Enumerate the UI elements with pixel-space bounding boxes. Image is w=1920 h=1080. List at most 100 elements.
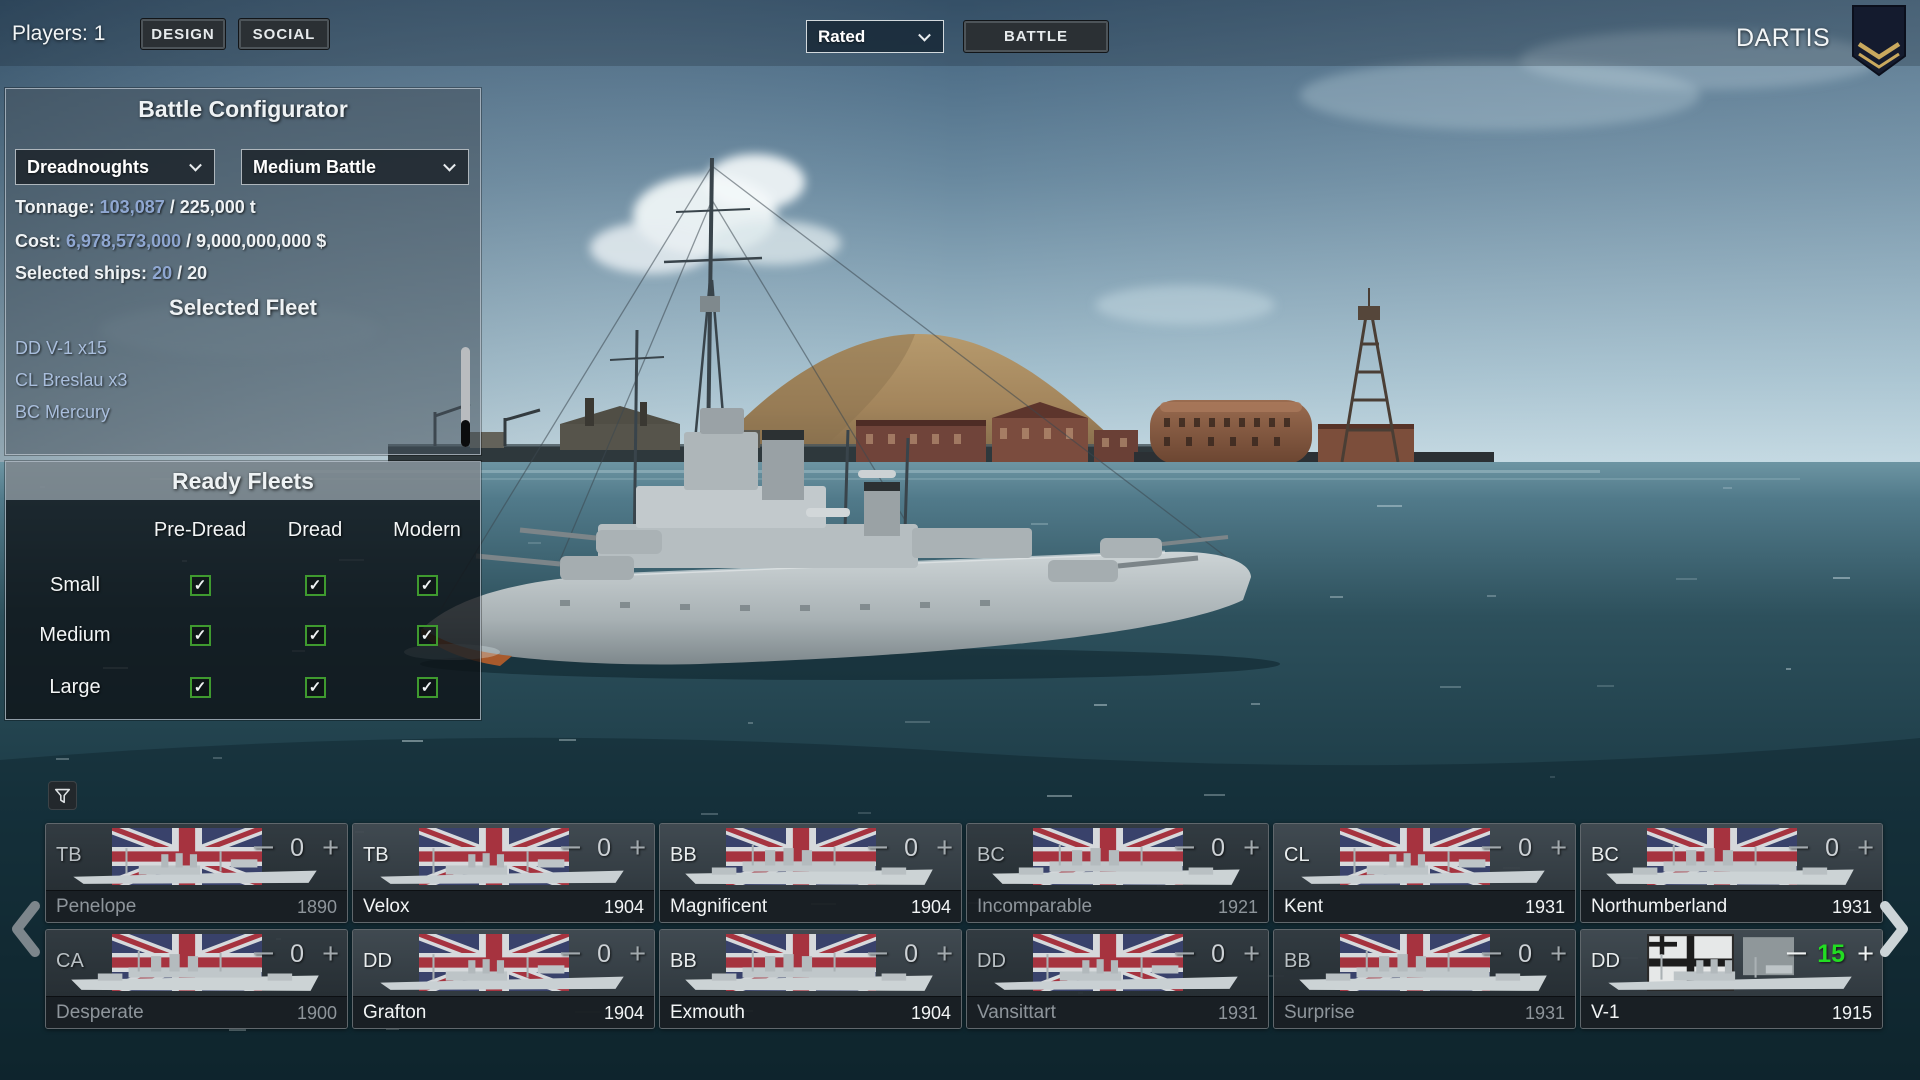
fleet-row-label: Medium <box>39 623 111 646</box>
ship-counter: − 0 + <box>866 940 953 969</box>
fleet-ready-checkbox[interactable]: ✓ <box>189 574 211 596</box>
next-page-button[interactable] <box>1873 898 1915 960</box>
ship-cards: TB − 0 + Penelope 1890 TB − 0 + Velox 19… <box>45 823 1883 1029</box>
filter-button[interactable] <box>48 781 77 810</box>
battle-size-select[interactable]: Medium Battle <box>241 149 469 185</box>
ship-card-top: TB − 0 + <box>353 824 654 890</box>
ship-card[interactable]: TB − 0 + Velox 1904 <box>352 823 655 923</box>
increase-count-button[interactable]: + <box>322 940 339 969</box>
ship-card-bottom: V-1 1915 <box>1581 996 1882 1028</box>
decrease-count-button[interactable]: − <box>1480 834 1503 863</box>
fleet-item-link[interactable]: CL Breslau x3 <box>15 370 450 391</box>
fleet-row-label: Large <box>49 675 101 698</box>
increase-count-button[interactable]: + <box>1857 940 1874 969</box>
fleet-ready-checkbox[interactable]: ✓ <box>304 624 326 646</box>
fleet-ready-checkbox[interactable]: ✓ <box>189 676 211 698</box>
decrease-count-button[interactable]: − <box>252 940 275 969</box>
decrease-count-button[interactable]: − <box>559 834 582 863</box>
ship-count-value: 0 <box>597 940 612 968</box>
ship-card[interactable]: BC − 0 + Northumberland 1931 <box>1580 823 1883 923</box>
ship-card[interactable]: DD − 0 + Vansittart 1931 <box>966 929 1269 1029</box>
ship-name: Exmouth <box>670 1002 745 1023</box>
tonnage-stat: Tonnage: 103,087 / 225,000 t <box>15 197 256 217</box>
fleet-item-link[interactable]: BC Mercury <box>15 402 450 423</box>
fleet-ready-checkbox[interactable]: ✓ <box>416 676 438 698</box>
ship-card[interactable]: BB − 0 + Surprise 1931 <box>1273 929 1576 1029</box>
era-select[interactable]: Dreadnoughts <box>15 149 215 185</box>
ship-count-value: 15 <box>1817 940 1846 968</box>
ship-counter: − 0 + <box>1480 940 1567 969</box>
scrollbar[interactable] <box>461 347 470 447</box>
ship-name: Kent <box>1284 896 1324 917</box>
ship-count-value: 0 <box>904 834 919 862</box>
chevron-left-icon <box>12 901 40 957</box>
increase-count-button[interactable]: + <box>1550 940 1567 969</box>
ship-year: 1904 <box>603 896 644 917</box>
ship-card[interactable]: TB − 0 + Penelope 1890 <box>45 823 348 923</box>
ship-counter: − 0 + <box>559 940 646 969</box>
increase-count-button[interactable]: + <box>629 834 646 863</box>
fleet-ready-checkbox[interactable]: ✓ <box>416 624 438 646</box>
decrease-count-button[interactable]: − <box>252 834 275 863</box>
ship-counter: − 0 + <box>559 834 646 863</box>
decrease-count-button[interactable]: − <box>866 834 889 863</box>
ship-counter: − 0 + <box>1480 834 1567 863</box>
chevron-down-icon <box>918 28 931 42</box>
scrollbar-thumb[interactable] <box>461 420 470 447</box>
ship-count-value: 0 <box>904 940 919 968</box>
ship-card[interactable]: DD − 15 + V-1 1915 <box>1580 929 1883 1029</box>
ship-card[interactable]: BB − 0 + Exmouth 1904 <box>659 929 962 1029</box>
ship-name: Desperate <box>56 1002 144 1023</box>
rank-chevron-badge-icon[interactable] <box>1851 4 1907 78</box>
increase-count-button[interactable]: + <box>936 834 953 863</box>
ship-card-top: BC − 0 + <box>967 824 1268 890</box>
decrease-count-button[interactable]: − <box>1173 834 1196 863</box>
fleet-item-link[interactable]: DD V-1 x15 <box>15 338 450 359</box>
decrease-count-button[interactable]: − <box>1480 940 1503 969</box>
ship-count-value: 0 <box>1211 940 1226 968</box>
funnel-icon <box>54 788 71 804</box>
social-button[interactable]: SOCIAL <box>238 18 330 50</box>
increase-count-button[interactable]: + <box>629 940 646 969</box>
ship-name: V-1 <box>1591 1002 1620 1023</box>
ship-year: 1931 <box>1217 1002 1258 1023</box>
ship-card[interactable]: DD − 0 + Grafton 1904 <box>352 929 655 1029</box>
increase-count-button[interactable]: + <box>322 834 339 863</box>
ship-card[interactable]: CL − 0 + Kent 1931 <box>1273 823 1576 923</box>
increase-count-button[interactable]: + <box>1243 940 1260 969</box>
battle-button[interactable]: BATTLE <box>963 20 1109 53</box>
fleet-ready-checkbox[interactable]: ✓ <box>304 574 326 596</box>
decrease-count-button[interactable]: − <box>1173 940 1196 969</box>
ship-name: Northumberland <box>1591 896 1728 917</box>
era-select-value: Dreadnoughts <box>27 156 150 177</box>
panel-title: Battle Configurator <box>138 96 348 122</box>
ship-card[interactable]: BC − 0 + Incomparable 1921 <box>966 823 1269 923</box>
ship-counter: − 0 + <box>1173 834 1260 863</box>
decrease-count-button[interactable]: − <box>1787 834 1810 863</box>
ship-card-top: BC − 0 + <box>1581 824 1882 890</box>
increase-count-button[interactable]: + <box>936 940 953 969</box>
increase-count-button[interactable]: + <box>1550 834 1567 863</box>
check-icon: ✓ <box>308 678 322 696</box>
decrease-count-button[interactable]: − <box>866 940 889 969</box>
ship-counter: − 0 + <box>1173 940 1260 969</box>
decrease-count-button[interactable]: − <box>1785 940 1808 969</box>
fleet-ready-checkbox[interactable]: ✓ <box>304 676 326 698</box>
increase-count-button[interactable]: + <box>1857 834 1874 863</box>
decrease-count-button[interactable]: − <box>559 940 582 969</box>
ship-counter: − 0 + <box>1787 834 1874 863</box>
ship-count-value: 0 <box>597 834 612 862</box>
ship-card[interactable]: CA − 0 + Desperate 1900 <box>45 929 348 1029</box>
design-button[interactable]: DESIGN <box>140 18 226 50</box>
ship-year: 1931 <box>1524 1002 1565 1023</box>
ship-count-value: 0 <box>290 940 305 968</box>
chevron-down-icon <box>189 158 202 172</box>
battle-configurator-panel: Battle Configurator Dreadnoughts Medium … <box>5 88 481 455</box>
fleet-ready-checkbox[interactable]: ✓ <box>416 574 438 596</box>
fleet-ready-checkbox[interactable]: ✓ <box>189 624 211 646</box>
match-type-select[interactable]: Rated <box>806 20 944 53</box>
ship-name: Surprise <box>1284 1002 1355 1023</box>
prev-page-button[interactable] <box>5 898 47 960</box>
increase-count-button[interactable]: + <box>1243 834 1260 863</box>
ship-card[interactable]: BB − 0 + Magnificent 1904 <box>659 823 962 923</box>
